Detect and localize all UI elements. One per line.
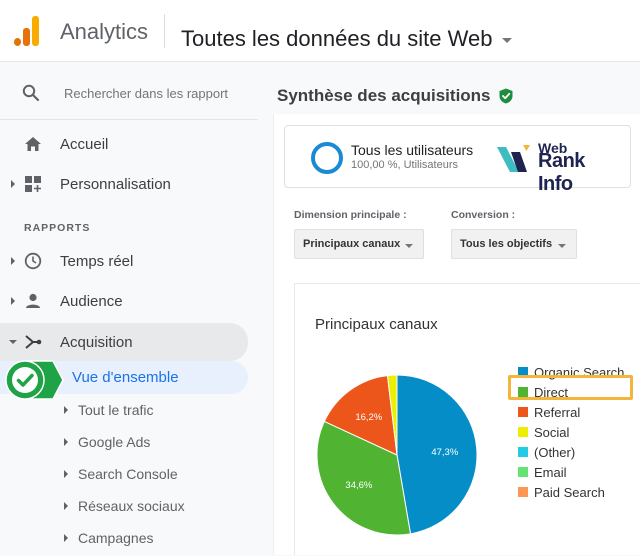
legend-label: Social [534, 424, 570, 440]
sidebar-subitem-google-ads[interactable]: Google Ads [64, 428, 150, 456]
sidebar-item-acquisition[interactable]: Acquisition [0, 323, 248, 361]
sidebar-item-personnalisation[interactable]: Personnalisation [0, 166, 248, 202]
conversion-value: Tous les objectifs [460, 238, 553, 250]
legend-swatch [518, 467, 528, 477]
conversion-dropdown[interactable]: Tous les objectifs [451, 229, 577, 259]
channels-chart-card: Principaux canaux 47,3% 34,6% 16,2% Organi… [294, 283, 640, 555]
clock-icon [24, 252, 42, 270]
sidebar-item-audience[interactable]: Audience [0, 283, 248, 319]
legend-label: Paid Search [534, 484, 605, 500]
expand-arrow-icon[interactable] [11, 180, 15, 188]
top-bar: Analytics Toutes les données du site Web [0, 0, 640, 62]
legend-item-referral[interactable]: Referral [518, 402, 624, 422]
pie-label-direct: 34,6% [345, 480, 372, 491]
segment-name: Tous les utilisateurs [351, 142, 474, 158]
legend-item-email[interactable]: Email [518, 462, 624, 482]
sidebar-item-label: Personnalisation [60, 175, 171, 193]
page-title: Synthèse des acquisitions [277, 86, 513, 106]
expand-arrow-icon [64, 438, 68, 446]
sidebar-subitem-label: Campagnes [78, 530, 154, 546]
sidebar-subitem-label: Réseaux sociaux [78, 498, 185, 514]
acquisition-icon [25, 335, 42, 349]
direct-highlight-box [508, 375, 633, 400]
sidebar-subitem-label: Search Console [78, 466, 178, 482]
expand-arrow-icon[interactable] [11, 257, 15, 265]
legend-item-social[interactable]: Social [518, 422, 624, 442]
person-icon [26, 293, 40, 308]
main-content: Synthèse des acquisitions Tous les utili… [258, 62, 640, 555]
pie-label-referral: 16,2% [355, 412, 382, 423]
page-title-text: Synthèse des acquisitions [277, 86, 491, 105]
legend-label: Email [534, 464, 567, 480]
sidebar-item-temps-reel[interactable]: Temps réel [0, 243, 248, 279]
segment-ring-icon [311, 142, 343, 174]
app-name: Analytics [60, 19, 149, 44]
header-divider [164, 14, 165, 48]
sidebar-item-label: Temps réel [60, 252, 134, 270]
expand-arrow-icon [64, 502, 68, 510]
webrankinfo-watermark: Web Rank Info [497, 138, 617, 195]
legend-swatch [518, 447, 528, 457]
dimension-value: Principaux canaux [303, 238, 401, 250]
legend-item-paid-search[interactable]: Paid Search [518, 482, 624, 502]
dimension-label: Dimension principale : [294, 209, 407, 221]
expand-arrow-icon [64, 470, 68, 478]
property-selector-label: Toutes les données du site Web [181, 26, 493, 51]
sidebar-subitem-label: Google Ads [78, 434, 151, 450]
chevron-down-icon [558, 244, 566, 248]
sidebar-subitem-tout-le-trafic[interactable]: Tout le trafic [64, 396, 153, 424]
search-input[interactable]: Rechercher dans les rapport [64, 86, 228, 101]
search-icon [22, 84, 40, 102]
property-selector[interactable]: Toutes les données du site Web [181, 26, 513, 52]
pie-label-organic-search: 47,3% [431, 447, 458, 458]
legend-swatch [518, 407, 528, 417]
sidebar: Rechercher dans les rapport Accueil Pers… [0, 62, 258, 555]
sidebar-item-accueil[interactable]: Accueil [0, 126, 248, 162]
conversion-label: Conversion : [451, 209, 516, 221]
legend-item-other[interactable]: (Other) [518, 442, 624, 462]
report-search[interactable]: Rechercher dans les rapport [0, 62, 258, 120]
checkmark-callout-icon [5, 360, 64, 400]
sidebar-subitem-label: Tout le trafic [78, 402, 154, 418]
sidebar-item-label: Audience [60, 292, 123, 310]
expand-arrow-icon [64, 406, 68, 414]
dimension-dropdown[interactable]: Principaux canaux [294, 229, 424, 259]
sidebar-subitem-campagnes[interactable]: Campagnes [64, 524, 154, 552]
sidebar-item-label: Vue d'ensemble [72, 369, 179, 386]
chevron-down-icon [405, 244, 413, 248]
segment-card[interactable]: Tous les utilisateurs 100,00 %, Utilisat… [284, 125, 631, 195]
legend-swatch [518, 487, 528, 497]
section-label-rapports: RAPPORTS [24, 222, 91, 234]
webrankinfo-logo-icon [497, 145, 530, 172]
chevron-down-icon [502, 37, 513, 43]
verified-shield-icon [499, 88, 513, 104]
legend-swatch [518, 427, 528, 437]
expand-arrow-icon [64, 534, 68, 542]
expand-arrow-icon[interactable] [11, 297, 15, 305]
legend-label: Referral [534, 404, 581, 420]
watermark-line2: Rank Info [538, 150, 585, 195]
sidebar-item-label: Accueil [60, 135, 109, 153]
legend-label: (Other) [534, 444, 576, 460]
home-icon [25, 137, 41, 151]
sidebar-subitem-search-console[interactable]: Search Console [64, 460, 178, 488]
analytics-logo-icon[interactable] [14, 16, 40, 46]
collapse-arrow-icon[interactable] [9, 340, 17, 344]
sidebar-subitem-reseaux-sociaux[interactable]: Réseaux sociaux [64, 492, 185, 520]
sidebar-item-label: Acquisition [60, 333, 133, 351]
customization-icon [25, 176, 41, 192]
segment-detail: 100,00 %, Utilisateurs [351, 159, 458, 171]
